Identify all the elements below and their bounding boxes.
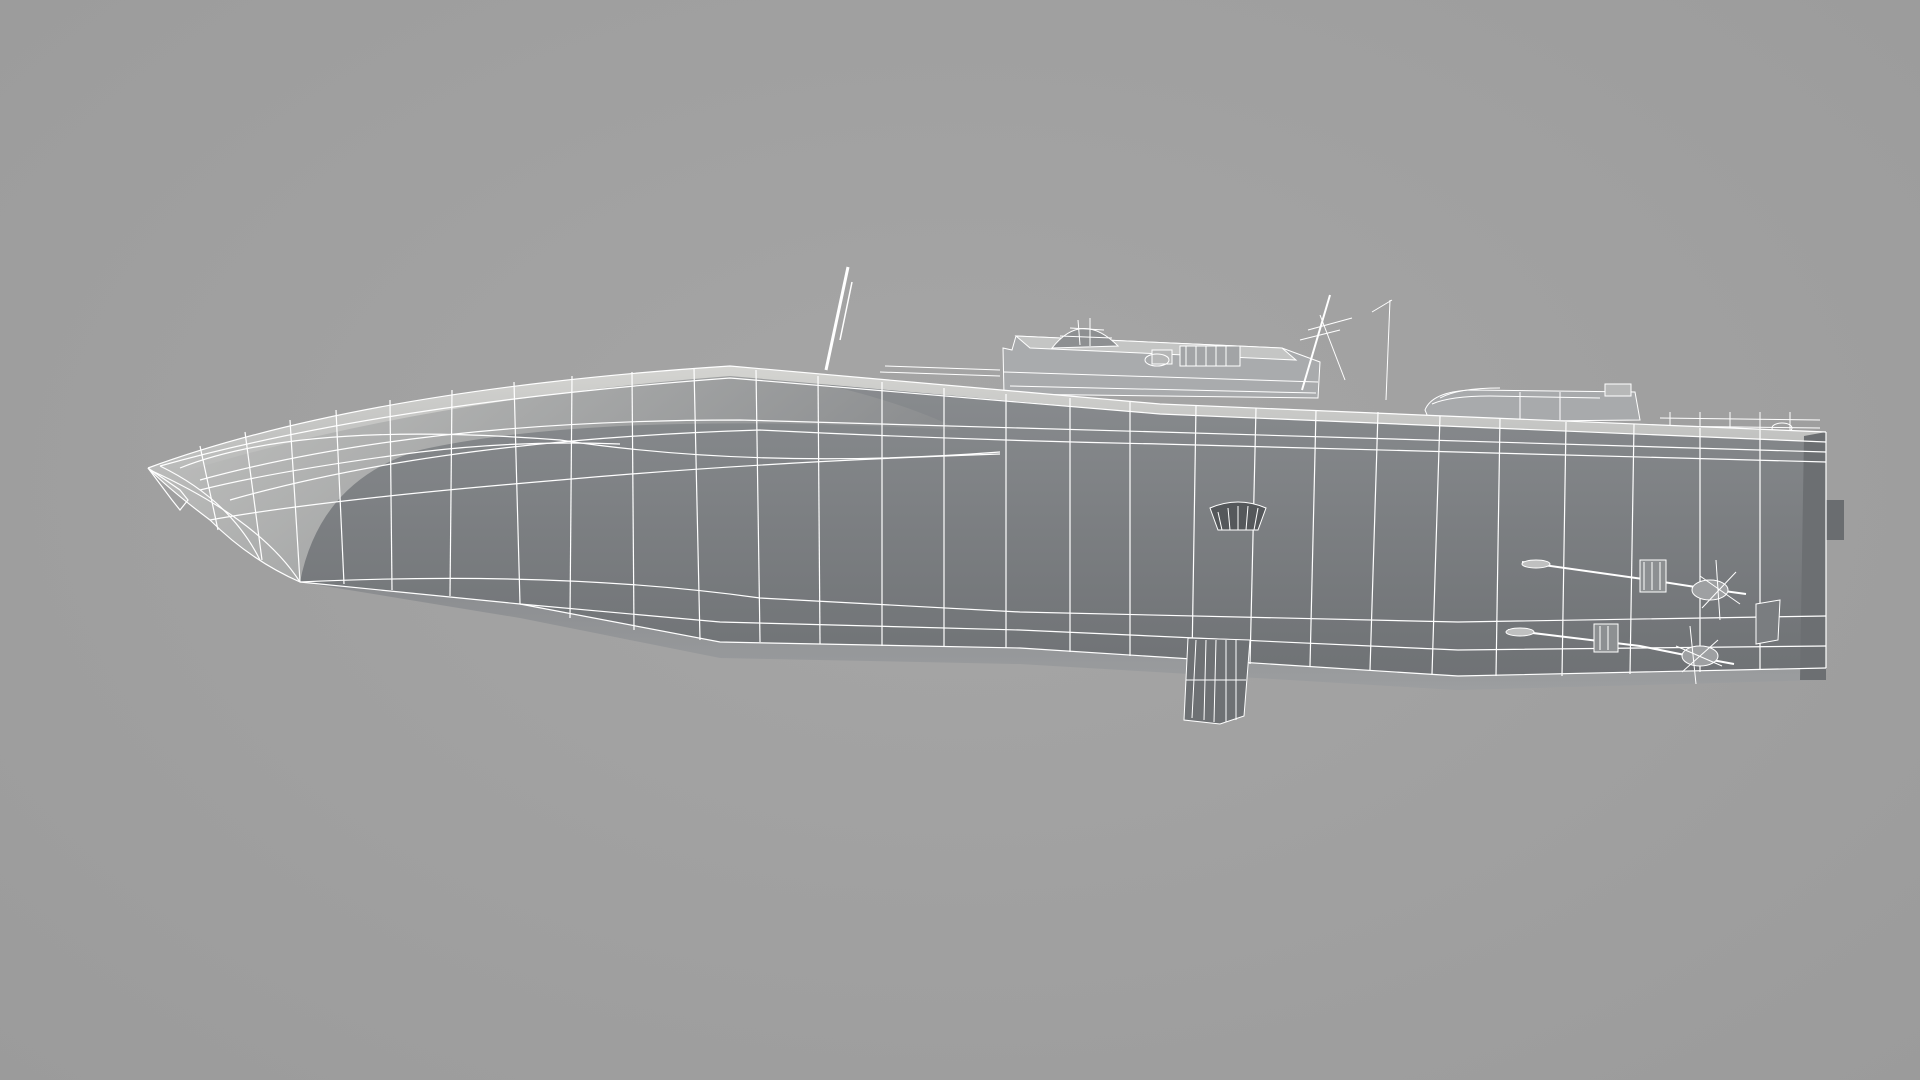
ship-render <box>147 266 1844 725</box>
render-viewport <box>0 0 1920 1080</box>
